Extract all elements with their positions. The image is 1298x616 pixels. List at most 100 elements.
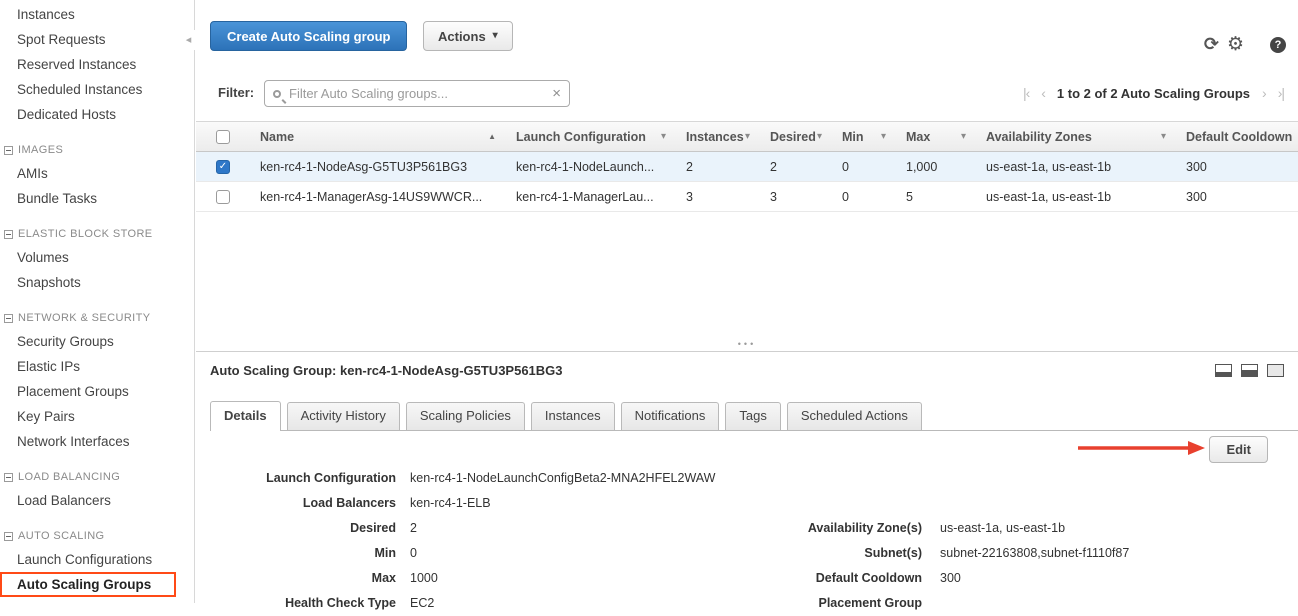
sidebar-item-amis[interactable]: AMIs [0, 161, 194, 186]
next-page-icon[interactable]: › [1262, 85, 1266, 101]
tab-scaling-policies[interactable]: Scaling Policies [406, 402, 525, 430]
row-checkbox[interactable]: ✓ [216, 160, 230, 174]
chevron-down-icon: ▾ [745, 132, 750, 142]
detail-field-max: Max 1000 [210, 566, 715, 591]
select-all-checkbox[interactable] [216, 130, 230, 144]
field-value: 300 [940, 571, 961, 585]
sidebar-item-snapshots[interactable]: Snapshots [0, 270, 194, 295]
sidebar-section-images[interactable]: IMAGES [0, 140, 194, 161]
tab-tags[interactable]: Tags [725, 402, 780, 430]
filter-input[interactable] [287, 85, 546, 102]
filter-search-box: × [264, 80, 570, 107]
detail-fields-left: Launch Configuration ken-rc4-1-NodeLaunch… [210, 466, 715, 616]
detail-field-subnets: Subnet(s)subnet-22163808,subnet-f1110f87 [756, 541, 1129, 566]
column-header-min[interactable]: Min ▾ [832, 122, 896, 151]
field-value: ken-rc4-1-NodeLaunchConfigBeta2-MNA2HFEL… [410, 471, 715, 485]
pane-layout-full-icon[interactable] [1267, 364, 1284, 377]
cell-min: 0 [832, 182, 896, 211]
field-value: 0 [410, 546, 417, 560]
table-row[interactable]: ken-rc4-1-ManagerAsg-14US9WWCR... ken-rc… [196, 182, 1298, 212]
sidebar-item-volumes[interactable]: Volumes [0, 245, 194, 270]
sidebar-item-placement-groups[interactable]: Placement Groups [0, 379, 194, 404]
column-label: Availability Zones [986, 130, 1092, 144]
sidebar-item-load-balancers[interactable]: Load Balancers [0, 488, 194, 513]
field-value: 1000 [410, 571, 438, 585]
column-header-default-cooldown[interactable]: Default Cooldown [1176, 122, 1298, 151]
tab-notifications[interactable]: Notifications [621, 402, 720, 430]
sidebar-section-label: LOAD BALANCING [18, 467, 120, 488]
check-icon: ✓ [219, 162, 227, 172]
tab-scheduled-actions[interactable]: Scheduled Actions [787, 402, 922, 430]
cell-desired: 2 [760, 152, 832, 181]
collapse-section-icon [4, 473, 13, 482]
sidebar-item-scheduled-instances[interactable]: Scheduled Instances [0, 77, 194, 102]
column-label: Launch Configuration [516, 130, 646, 144]
main-content: Create Auto Scaling group Actions ▾ ⟳ ⚙ … [196, 0, 1298, 603]
first-page-icon[interactable]: |‹ [1023, 85, 1029, 101]
cell-name: ken-rc4-1-NodeAsg-G5TU3P561BG3 [250, 152, 506, 181]
tab-details[interactable]: Details [210, 401, 281, 430]
edit-button[interactable]: Edit [1209, 436, 1268, 463]
field-value: us-east-1a, us-east-1b [940, 521, 1065, 535]
row-checkbox[interactable] [216, 190, 230, 204]
sidebar-collapse-button[interactable]: ◂ [182, 30, 195, 50]
field-value: EC2 [410, 596, 434, 610]
field-label: Desired [210, 516, 396, 541]
field-label: Availability Zone(s) [756, 516, 922, 541]
sidebar-item-bundle-tasks[interactable]: Bundle Tasks [0, 186, 194, 211]
field-label: Default Cooldown [756, 566, 922, 591]
row-select-cell [196, 182, 250, 211]
collapse-left-icon: ◂ [186, 34, 192, 46]
collapse-section-icon [4, 230, 13, 239]
chevron-down-icon: ▾ [1161, 132, 1166, 142]
sidebar-item-spot-requests[interactable]: Spot Requests [0, 27, 194, 52]
field-label: Launch Configuration [210, 466, 396, 491]
help-icon[interactable]: ? [1270, 37, 1286, 53]
sidebar-item-dedicated-hosts[interactable]: Dedicated Hosts [0, 102, 194, 127]
column-header-max[interactable]: Max ▾ [896, 122, 976, 151]
collapse-section-icon [4, 146, 13, 155]
tab-activity-history[interactable]: Activity History [287, 402, 400, 430]
sidebar-item-launch-configurations[interactable]: Launch Configurations [0, 547, 194, 572]
sidebar-section-elastic-block-store[interactable]: ELASTIC BLOCK STORE [0, 224, 194, 245]
sidebar-item-security-groups[interactable]: Security Groups [0, 329, 194, 354]
field-label: Max [210, 566, 396, 591]
chevron-down-icon: ▾ [881, 132, 886, 142]
column-header-availability-zones[interactable]: Availability Zones ▾ [976, 122, 1176, 151]
last-page-icon[interactable]: ›| [1278, 85, 1284, 101]
sidebar-section-auto-scaling[interactable]: AUTO SCALING [0, 526, 194, 547]
pane-layout-bottom-icon[interactable] [1215, 364, 1232, 377]
refresh-icon[interactable]: ⟳ [1204, 34, 1219, 55]
sidebar-item-network-interfaces[interactable]: Network Interfaces [0, 429, 194, 454]
previous-page-icon[interactable]: ‹ [1041, 85, 1045, 101]
detail-field-availability-zones: Availability Zone(s) us-east-1a, us-east-… [756, 516, 1129, 541]
tab-instances[interactable]: Instances [531, 402, 615, 430]
column-header-launch-configuration[interactable]: Launch Configuration ▾ [506, 122, 676, 151]
sidebar-item-reserved-instances[interactable]: Reserved Instances [0, 52, 194, 77]
clear-filter-icon[interactable]: × [552, 86, 561, 101]
sidebar-item-instances[interactable]: Instances [0, 2, 194, 27]
sidebar-section-network-security[interactable]: NETWORK & SECURITY [0, 308, 194, 329]
create-auto-scaling-group-button[interactable]: Create Auto Scaling group [210, 21, 407, 51]
field-label: Placement Group [756, 591, 922, 616]
column-label: Name [260, 130, 294, 144]
sidebar-section-label: AUTO SCALING [18, 526, 105, 547]
panel-splitter[interactable]: ••• [196, 341, 1298, 352]
sidebar-section-load-balancing[interactable]: LOAD BALANCING [0, 467, 194, 488]
gear-icon[interactable]: ⚙ [1227, 33, 1244, 56]
column-header-name[interactable]: Name ▲ [250, 122, 506, 151]
column-label: Instances [686, 130, 744, 144]
sidebar-item-key-pairs[interactable]: Key Pairs [0, 404, 194, 429]
column-header-instances[interactable]: Instances ▾ [676, 122, 760, 151]
column-header-desired[interactable]: Desired ▾ [760, 122, 832, 151]
sidebar-item-auto-scaling-groups[interactable]: Auto Scaling Groups [0, 572, 176, 597]
table-row[interactable]: ✓ ken-rc4-1-NodeAsg-G5TU3P561BG3 ken-rc4… [196, 152, 1298, 182]
field-value: ken-rc4-1-ELB [410, 496, 491, 510]
actions-button[interactable]: Actions ▾ [423, 21, 513, 51]
sidebar-item-elastic-ips[interactable]: Elastic IPs [0, 354, 194, 379]
pane-layout-split-icon[interactable] [1241, 364, 1258, 377]
detail-fields-right: Availability Zone(s) us-east-1a, us-east-… [756, 516, 1129, 616]
pagination-text: 1 to 2 of 2 Auto Scaling Groups [1057, 86, 1250, 101]
field-value: subnet-22163808,subnet-f1110f87 [940, 546, 1129, 560]
collapse-section-icon [4, 314, 13, 323]
